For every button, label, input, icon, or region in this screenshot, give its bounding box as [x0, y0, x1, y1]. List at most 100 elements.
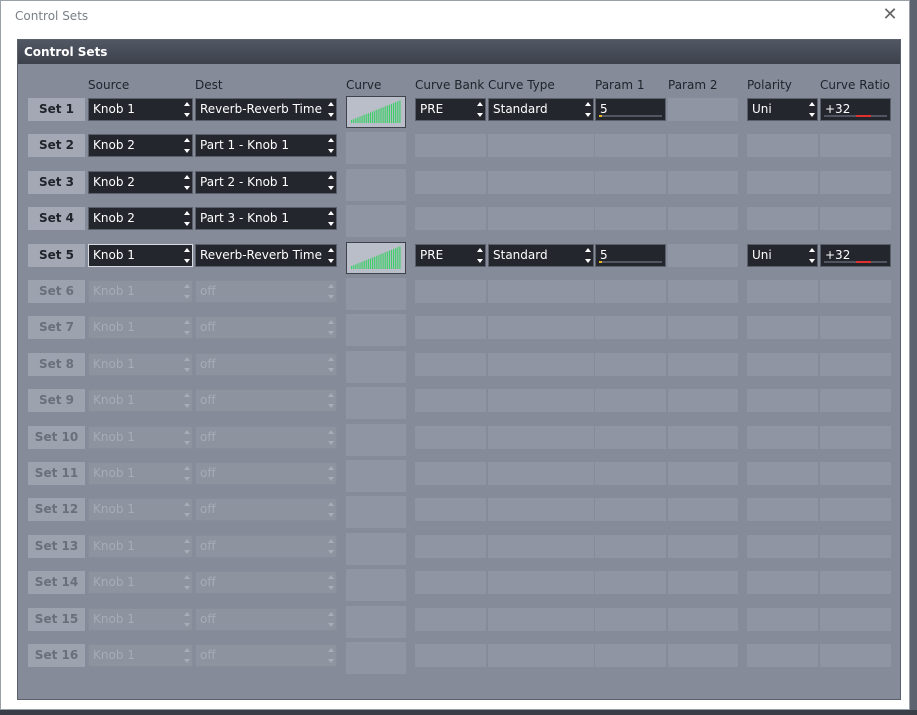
dest-select[interactable]: off [195, 353, 337, 376]
curve-bank-select[interactable]: PRE [415, 244, 486, 267]
spinner-arrows-icon[interactable] [328, 174, 334, 191]
polarity-select[interactable]: Uni [747, 244, 818, 267]
spinner-arrows-icon[interactable] [328, 574, 334, 591]
dest-select[interactable]: off [195, 462, 337, 485]
dest-select[interactable]: Part 3 - Knob 1 [195, 207, 337, 230]
source-select[interactable]: Knob 1 [88, 316, 193, 339]
dest-select[interactable]: off [195, 498, 337, 521]
dest-select[interactable]: off [195, 644, 337, 667]
spinner-arrows-icon[interactable] [585, 101, 591, 118]
dest-select[interactable]: Part 2 - Knob 1 [195, 171, 337, 194]
source-select[interactable]: Knob 1 [88, 462, 193, 485]
spinner-arrows-icon[interactable] [477, 101, 483, 118]
spinner-arrows-icon[interactable] [328, 465, 334, 482]
spinner-arrows-icon[interactable] [184, 392, 190, 409]
spinner-arrows-icon[interactable] [184, 501, 190, 518]
spinner-arrows-icon[interactable] [184, 429, 190, 446]
dest-select[interactable]: off [195, 280, 337, 303]
dest-select[interactable]: off [195, 608, 337, 631]
spinner-arrows-icon[interactable] [809, 247, 815, 264]
param-2-empty [668, 608, 738, 631]
source-select[interactable]: Knob 2 [88, 171, 193, 194]
set-label[interactable]: Set 13 [28, 535, 85, 558]
spinner-arrows-icon[interactable] [328, 210, 334, 227]
set-label[interactable]: Set 14 [28, 571, 85, 594]
spinner-arrows-icon[interactable] [328, 538, 334, 555]
spinner-arrows-icon[interactable] [184, 611, 190, 628]
spinner-arrows-icon[interactable] [328, 137, 334, 154]
source-select[interactable]: Knob 2 [88, 134, 193, 157]
spinner-arrows-icon[interactable] [328, 611, 334, 628]
spinner-arrows-icon[interactable] [328, 101, 334, 118]
spinner-arrows-icon[interactable] [328, 429, 334, 446]
spinner-arrows-icon[interactable] [585, 247, 591, 264]
spinner-arrows-icon[interactable] [184, 538, 190, 555]
spinner-arrows-icon[interactable] [184, 319, 190, 336]
source-select[interactable]: Knob 1 [88, 389, 193, 412]
spinner-arrows-icon[interactable] [328, 647, 334, 664]
curve-preview[interactable] [346, 96, 406, 128]
spinner-arrows-icon[interactable] [184, 247, 190, 264]
spinner-arrows-icon[interactable] [477, 247, 483, 264]
polarity-select[interactable]: Uni [747, 98, 818, 121]
source-select[interactable]: Knob 1 [88, 98, 193, 121]
close-icon[interactable]: ✕ [877, 3, 903, 27]
spinner-arrows-icon[interactable] [184, 137, 190, 154]
curve-ratio-field[interactable]: +32 [820, 244, 891, 267]
source-select[interactable]: Knob 1 [88, 571, 193, 594]
dest-select[interactable]: off [195, 389, 337, 412]
spinner-arrows-icon[interactable] [328, 392, 334, 409]
spinner-arrows-icon[interactable] [184, 210, 190, 227]
source-select[interactable]: Knob 2 [88, 207, 193, 230]
spinner-arrows-icon[interactable] [809, 101, 815, 118]
set-label[interactable]: Set 6 [28, 280, 85, 303]
source-select[interactable]: Knob 1 [88, 244, 193, 267]
spinner-arrows-icon[interactable] [328, 283, 334, 300]
spinner-arrows-icon[interactable] [184, 283, 190, 300]
set-label[interactable]: Set 16 [28, 644, 85, 667]
spinner-arrows-icon[interactable] [328, 247, 334, 264]
set-label[interactable]: Set 15 [28, 608, 85, 631]
dest-select[interactable]: off [195, 316, 337, 339]
set-label[interactable]: Set 4 [28, 207, 85, 230]
set-label[interactable]: Set 3 [28, 171, 85, 194]
source-select[interactable]: Knob 1 [88, 426, 193, 449]
spinner-arrows-icon[interactable] [328, 501, 334, 518]
set-label[interactable]: Set 12 [28, 498, 85, 521]
dest-select[interactable]: off [195, 426, 337, 449]
source-select[interactable]: Knob 1 [88, 644, 193, 667]
set-label[interactable]: Set 10 [28, 426, 85, 449]
dest-select[interactable]: Reverb-Reverb Time [195, 98, 337, 121]
source-select[interactable]: Knob 1 [88, 498, 193, 521]
dest-select[interactable]: Part 1 - Knob 1 [195, 134, 337, 157]
spinner-arrows-icon[interactable] [184, 101, 190, 118]
dest-select[interactable]: off [195, 571, 337, 594]
source-select[interactable]: Knob 1 [88, 535, 193, 558]
source-select[interactable]: Knob 1 [88, 353, 193, 376]
curve-ratio-field[interactable]: +32 [820, 98, 891, 121]
source-select[interactable]: Knob 1 [88, 608, 193, 631]
spinner-arrows-icon[interactable] [184, 647, 190, 664]
set-label[interactable]: Set 1 [28, 98, 85, 121]
spinner-arrows-icon[interactable] [184, 174, 190, 191]
spinner-arrows-icon[interactable] [184, 356, 190, 373]
curve-bank-select[interactable]: PRE [415, 98, 486, 121]
spinner-arrows-icon[interactable] [184, 574, 190, 591]
set-label[interactable]: Set 2 [28, 134, 85, 157]
curve-preview[interactable] [346, 242, 406, 274]
param-1-field[interactable]: 5 [595, 244, 666, 267]
set-label[interactable]: Set 7 [28, 316, 85, 339]
param-1-field[interactable]: 5 [595, 98, 666, 121]
dest-select[interactable]: Reverb-Reverb Time [195, 244, 337, 267]
spinner-arrows-icon[interactable] [328, 319, 334, 336]
curve-type-select[interactable]: Standard [488, 244, 594, 267]
dest-select[interactable]: off [195, 535, 337, 558]
source-select[interactable]: Knob 1 [88, 280, 193, 303]
set-label[interactable]: Set 5 [28, 244, 85, 267]
set-label[interactable]: Set 9 [28, 389, 85, 412]
set-label[interactable]: Set 11 [28, 462, 85, 485]
curve-type-select[interactable]: Standard [488, 98, 594, 121]
spinner-arrows-icon[interactable] [184, 465, 190, 482]
spinner-arrows-icon[interactable] [328, 356, 334, 373]
set-label[interactable]: Set 8 [28, 353, 85, 376]
